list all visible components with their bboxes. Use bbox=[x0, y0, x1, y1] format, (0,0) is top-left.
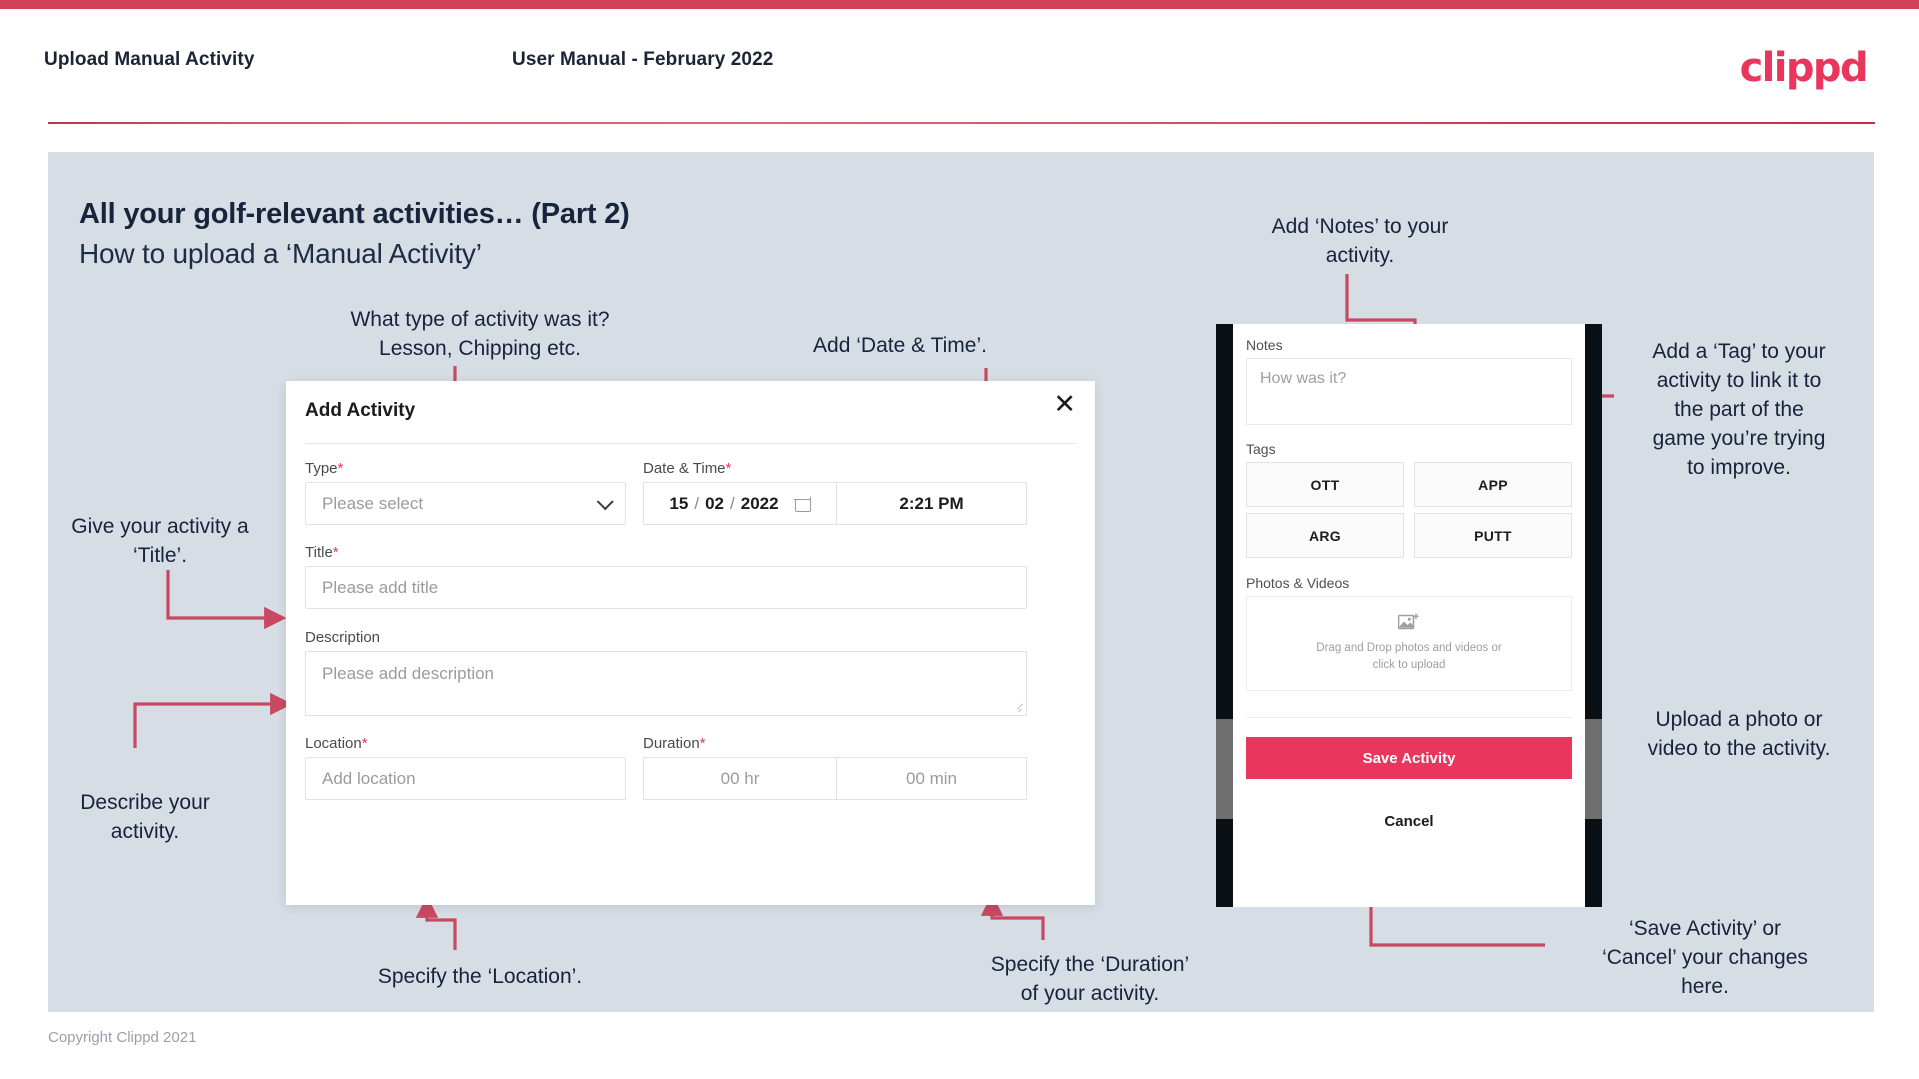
phone-bezel-left-bottom bbox=[1216, 819, 1233, 907]
description-label: Description bbox=[305, 629, 381, 646]
annotation-title-line2: ‘Title’. bbox=[132, 544, 188, 567]
phone-screen: Notes How was it? Tags OTT APP ARG PUTT … bbox=[1233, 324, 1585, 907]
annotation-type-line1: What type of activity was it? bbox=[350, 308, 610, 331]
phone-bezel-right-bottom bbox=[1585, 819, 1602, 907]
annotation-title: Give your activity a ‘Title’. bbox=[45, 512, 275, 570]
annotation-save-line2: ‘Cancel’ your changes bbox=[1602, 946, 1808, 969]
annotation-upload-line1: Upload a photo or bbox=[1655, 708, 1823, 731]
date-day: 15 bbox=[669, 493, 689, 513]
header-divider bbox=[48, 122, 1875, 124]
slide-root: Upload Manual Activity User Manual - Feb… bbox=[0, 0, 1919, 1079]
notes-label: Notes bbox=[1246, 337, 1283, 353]
tag-arg[interactable]: ARG bbox=[1246, 513, 1404, 558]
close-icon[interactable]: ✕ bbox=[1053, 391, 1076, 418]
phone-button-left bbox=[1216, 719, 1233, 819]
annotation-notes: Add ‘Notes’ to your activity. bbox=[1240, 212, 1480, 270]
annotation-notes-line1: Add ‘Notes’ to your bbox=[1271, 215, 1449, 238]
time-input[interactable]: 2:21 PM bbox=[837, 482, 1027, 525]
annotation-type-line2: Lesson, Chipping etc. bbox=[379, 337, 581, 360]
calendar-icon[interactable] bbox=[793, 494, 811, 512]
notes-placeholder: How was it? bbox=[1260, 370, 1347, 387]
date-month: 02 bbox=[705, 493, 724, 513]
annotation-save: ‘Save Activity’ or ‘Cancel’ your changes… bbox=[1555, 914, 1855, 1001]
phone-divider bbox=[1246, 717, 1572, 718]
brand-top-bar bbox=[0, 0, 1919, 9]
tag-ott[interactable]: OTT bbox=[1246, 462, 1404, 507]
annotation-tag-line5: to improve. bbox=[1687, 456, 1791, 479]
location-required-mark: * bbox=[361, 735, 368, 752]
annotation-upload: Upload a photo or video to the activity. bbox=[1620, 705, 1858, 763]
save-activity-button[interactable]: Save Activity bbox=[1246, 737, 1572, 779]
tags-label: Tags bbox=[1246, 441, 1276, 457]
annotation-location: Specify the ‘Location’. bbox=[377, 965, 583, 988]
annotation-tag-line3: the part of the bbox=[1674, 398, 1804, 421]
location-label: Location* bbox=[305, 735, 368, 752]
phone-button-right bbox=[1585, 719, 1602, 819]
annotation-describe: Describe your activity. bbox=[45, 788, 245, 846]
title-input[interactable]: Please add title bbox=[305, 566, 1027, 609]
upload-text-line1: Drag and Drop photos and videos or bbox=[1316, 642, 1502, 654]
type-placeholder: Please select bbox=[322, 493, 424, 513]
image-add-icon bbox=[1397, 613, 1420, 632]
resize-handle[interactable] bbox=[1014, 703, 1023, 712]
dialog-title: Add Activity bbox=[305, 400, 416, 421]
annotation-describe-line1: Describe your bbox=[80, 791, 210, 814]
date-sep-1: / bbox=[694, 493, 700, 513]
title-required-mark: * bbox=[332, 544, 339, 561]
annotation-tag-line1: Add a ‘Tag’ to your bbox=[1652, 340, 1826, 363]
date-sep-2: / bbox=[730, 493, 735, 513]
annotation-datetime: Add ‘Date & Time’. bbox=[813, 334, 987, 357]
tag-putt[interactable]: PUTT bbox=[1414, 513, 1572, 558]
dialog-divider bbox=[305, 443, 1076, 444]
duration-hours-input[interactable]: 00 hr bbox=[643, 757, 837, 800]
annotation-tag: Add a ‘Tag’ to your activity to link it … bbox=[1620, 337, 1858, 482]
annotation-duration-line1: Specify the ‘Duration’ bbox=[990, 953, 1190, 976]
photos-label: Photos & Videos bbox=[1246, 575, 1350, 591]
tag-app[interactable]: APP bbox=[1414, 462, 1572, 507]
annotation-notes-line2: activity. bbox=[1325, 244, 1395, 267]
type-label: Type* bbox=[305, 460, 344, 477]
phone-mockup: Notes How was it? Tags OTT APP ARG PUTT … bbox=[1216, 324, 1602, 907]
clippd-logo: clippd bbox=[1739, 45, 1869, 91]
duration-minutes-input[interactable]: 00 min bbox=[837, 757, 1027, 800]
description-textarea[interactable]: Please add description bbox=[305, 651, 1027, 716]
slide-title: All your golf-relevant activities… (Part… bbox=[79, 198, 630, 230]
cancel-button[interactable]: Cancel bbox=[1233, 813, 1585, 830]
duration-label: Duration* bbox=[643, 735, 706, 752]
annotation-save-line3: here. bbox=[1681, 975, 1729, 998]
annotation-tag-line2: activity to link it to bbox=[1656, 369, 1822, 392]
annotation-upload-line2: video to the activity. bbox=[1647, 737, 1831, 760]
duration-required-mark: * bbox=[699, 735, 706, 752]
annotation-save-line1: ‘Save Activity’ or bbox=[1628, 917, 1782, 940]
add-activity-dialog: Add Activity ✕ Type* Please select Date … bbox=[286, 381, 1095, 905]
title-placeholder: Please add title bbox=[322, 577, 439, 597]
upload-dropzone[interactable]: Drag and Drop photos and videos or click… bbox=[1246, 596, 1572, 691]
annotation-describe-line2: activity. bbox=[110, 820, 180, 843]
date-input[interactable]: 15 / 02 / 2022 bbox=[643, 482, 837, 525]
description-placeholder: Please add description bbox=[322, 664, 495, 683]
upload-text-line2: click to upload bbox=[1372, 659, 1446, 671]
chevron-down-icon bbox=[596, 492, 614, 510]
location-placeholder: Add location bbox=[322, 768, 416, 788]
annotation-tag-line4: game you’re trying bbox=[1652, 427, 1826, 450]
footer-copyright: Copyright Clippd 2021 bbox=[48, 1029, 197, 1046]
slide-subtitle: How to upload a ‘Manual Activity’ bbox=[79, 238, 482, 269]
title-label: Title* bbox=[305, 544, 339, 561]
header-center-title: User Manual - February 2022 bbox=[512, 49, 774, 70]
notes-textarea[interactable]: How was it? bbox=[1246, 358, 1572, 425]
annotation-duration: Specify the ‘Duration’ of your activity. bbox=[940, 950, 1240, 1008]
location-input[interactable]: Add location bbox=[305, 757, 626, 800]
page-header: Upload Manual Activity User Manual - Feb… bbox=[0, 9, 1919, 127]
date-year: 2022 bbox=[740, 493, 779, 513]
datetime-label: Date & Time* bbox=[643, 460, 732, 477]
type-required-mark: * bbox=[337, 460, 344, 477]
annotation-title-line1: Give your activity a bbox=[71, 515, 249, 538]
type-select[interactable]: Please select bbox=[305, 482, 626, 525]
header-left-title: Upload Manual Activity bbox=[44, 49, 255, 70]
annotation-type: What type of activity was it? Lesson, Ch… bbox=[330, 305, 630, 363]
annotation-duration-line2: of your activity. bbox=[1020, 982, 1160, 1005]
datetime-required-mark: * bbox=[725, 460, 732, 477]
